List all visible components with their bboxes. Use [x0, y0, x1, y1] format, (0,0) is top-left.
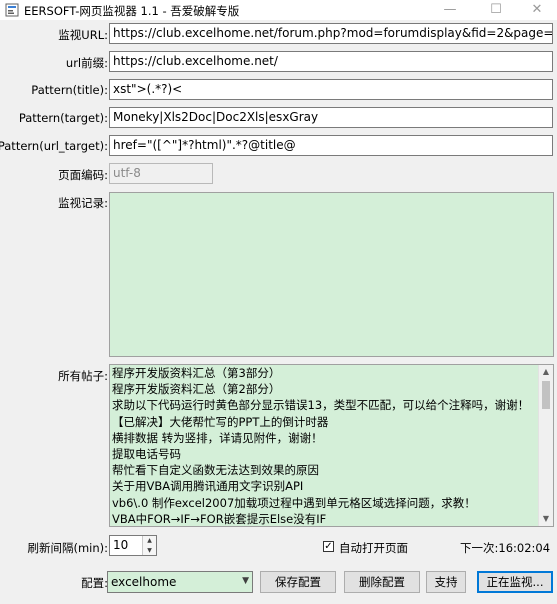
posts-list[interactable]: 程序开发版资料汇总（第3部分） 程序开发版资料汇总（第2部分） 求助以下代码运行… [109, 364, 554, 527]
url-prefix-label: url前缀: [65, 56, 108, 70]
list-item[interactable]: 求助以下代码运行时黄色部分显示错误13，类型不匹配，可以给个注释吗，谢谢！ [110, 397, 553, 413]
refresh-interval-label: 刷新间隔(min): [27, 541, 108, 555]
config-select[interactable]: excelhome ▼ [107, 571, 253, 593]
list-item[interactable]: VBA中FOR→IF→FOR嵌套提示Else没有IF [110, 511, 553, 526]
pattern-target-label: Pattern(target): [18, 111, 108, 125]
scrollbar-thumb[interactable] [542, 381, 550, 409]
log-label: 监视记录: [58, 196, 108, 210]
save-config-button[interactable]: 保存配置 [260, 571, 336, 593]
minimize-button[interactable]: — [430, 0, 470, 20]
auto-open-checkbox[interactable]: ✓ [323, 541, 334, 552]
list-item[interactable]: 程序开发版资料汇总（第3部分） [110, 365, 553, 381]
monitor-url-label: 监视URL: [58, 28, 108, 42]
next-time-text: 下一次:16:02:04 [460, 541, 551, 555]
posts-label: 所有帖子: [58, 369, 108, 383]
encoding-label: 页面编码: [58, 168, 108, 182]
delete-config-button[interactable]: 删除配置 [344, 571, 420, 593]
list-item[interactable]: 横排数据 转为竖排，详请见附件，谢谢！ [110, 430, 553, 446]
config-selected-value[interactable]: excelhome [111, 575, 176, 589]
log-textarea[interactable] [109, 192, 554, 357]
pattern-target-input[interactable]: Moneky|Xls2Doc|Doc2Xls|esxGray [109, 107, 553, 128]
monitor-url-input[interactable]: https://club.excelhome.net/forum.php?mod… [109, 23, 553, 44]
posts-scrollbar[interactable]: ▲ ▼ [538, 365, 553, 526]
support-button[interactable]: 支持 [426, 571, 466, 593]
pattern-url-target-label: Pattern(url_target): [0, 139, 108, 153]
encoding-input: utf-8 [109, 163, 213, 184]
pattern-url-target-input[interactable]: href="([^"]*?html)".*?@title@ [109, 135, 553, 156]
window-title: EERSOFT-网页监视器 1.1 - 吾爱破解专版 [24, 4, 240, 18]
scroll-up-icon[interactable]: ▲ [539, 365, 553, 379]
monitoring-button[interactable]: 正在监视... [477, 571, 553, 593]
pattern-title-input[interactable]: xst">(.*?)< [109, 79, 553, 100]
refresh-interval-stepper[interactable]: 10 ▲ ▼ [109, 535, 157, 556]
scroll-down-icon[interactable]: ▼ [539, 512, 553, 526]
list-item[interactable]: 关于用VBA调用腾讯通用文字识别API [110, 478, 553, 494]
list-item[interactable]: vb6\.0 制作excel2007加载项过程中遇到单元格区域选择问题，求教！ [110, 495, 553, 511]
list-item[interactable]: 【已解决】大佬帮忙写的PPT上的倒计时器 [110, 414, 553, 430]
list-item[interactable]: 帮忙看下自定义函数无法达到效果的原因 [110, 462, 553, 478]
stepper-down-icon[interactable]: ▼ [143, 546, 156, 556]
stepper-up-icon[interactable]: ▲ [143, 536, 156, 546]
close-button[interactable]: ✕ [517, 0, 557, 20]
url-prefix-input[interactable]: https://club.excelhome.net/ [109, 51, 553, 72]
refresh-interval-value[interactable]: 10 [113, 538, 128, 552]
list-item[interactable]: 程序开发版资料汇总（第2部分） [110, 381, 553, 397]
config-label: 配置: [81, 576, 108, 590]
pattern-title-label: Pattern(title): [31, 83, 108, 97]
list-item[interactable]: 提取电话号码 [110, 446, 553, 462]
stepper-arrows[interactable]: ▲ ▼ [142, 536, 156, 555]
auto-open-label[interactable]: 自动打开页面 [339, 540, 408, 556]
title-bar: EERSOFT-网页监视器 1.1 - 吾爱破解专版 — ☐ ✕ [0, 0, 557, 20]
maximize-button[interactable]: ☐ [476, 0, 516, 20]
main-window: EERSOFT-网页监视器 1.1 - 吾爱破解专版 — ☐ ✕ 监视URL: … [0, 0, 557, 604]
chevron-down-icon[interactable]: ▼ [242, 576, 249, 586]
app-icon [5, 3, 19, 17]
